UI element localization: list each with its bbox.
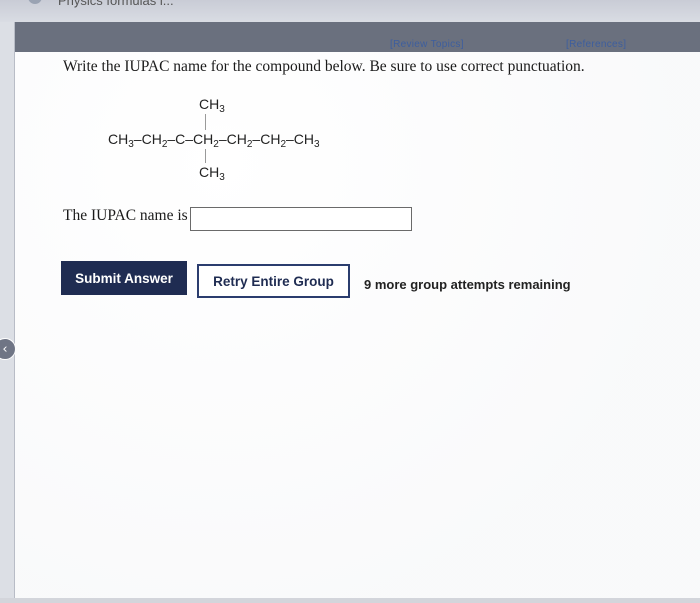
retry-entire-group-button[interactable]: Retry Entire Group [197, 264, 350, 298]
references-link[interactable]: [References] [566, 39, 626, 50]
attempts-remaining-text: 9 more group attempts remaining [364, 277, 571, 292]
main-carbon-chain: CH3–CH2–C–CH2–CH2–CH2–CH3 [108, 131, 320, 150]
left-sidebar [0, 22, 15, 603]
bottom-divider [0, 598, 700, 603]
bottom-methyl-group: CH3 [199, 164, 225, 183]
top-bond [205, 114, 206, 130]
top-methyl-group: CH3 [199, 96, 225, 115]
review-topics-link[interactable]: [Review Topics] [390, 39, 464, 50]
bottom-bond [205, 149, 206, 163]
question-prompt: Write the IUPAC name for the compound be… [63, 58, 585, 75]
site-favicon-icon [28, 0, 42, 4]
browser-tab-strip: Physics formulas l... [0, 0, 700, 23]
browser-tab-title[interactable]: Physics formulas l... [58, 0, 174, 8]
answer-label: The IUPAC name is [63, 207, 188, 224]
iupac-name-input[interactable] [190, 207, 412, 231]
submit-answer-button[interactable]: Submit Answer [61, 261, 187, 295]
